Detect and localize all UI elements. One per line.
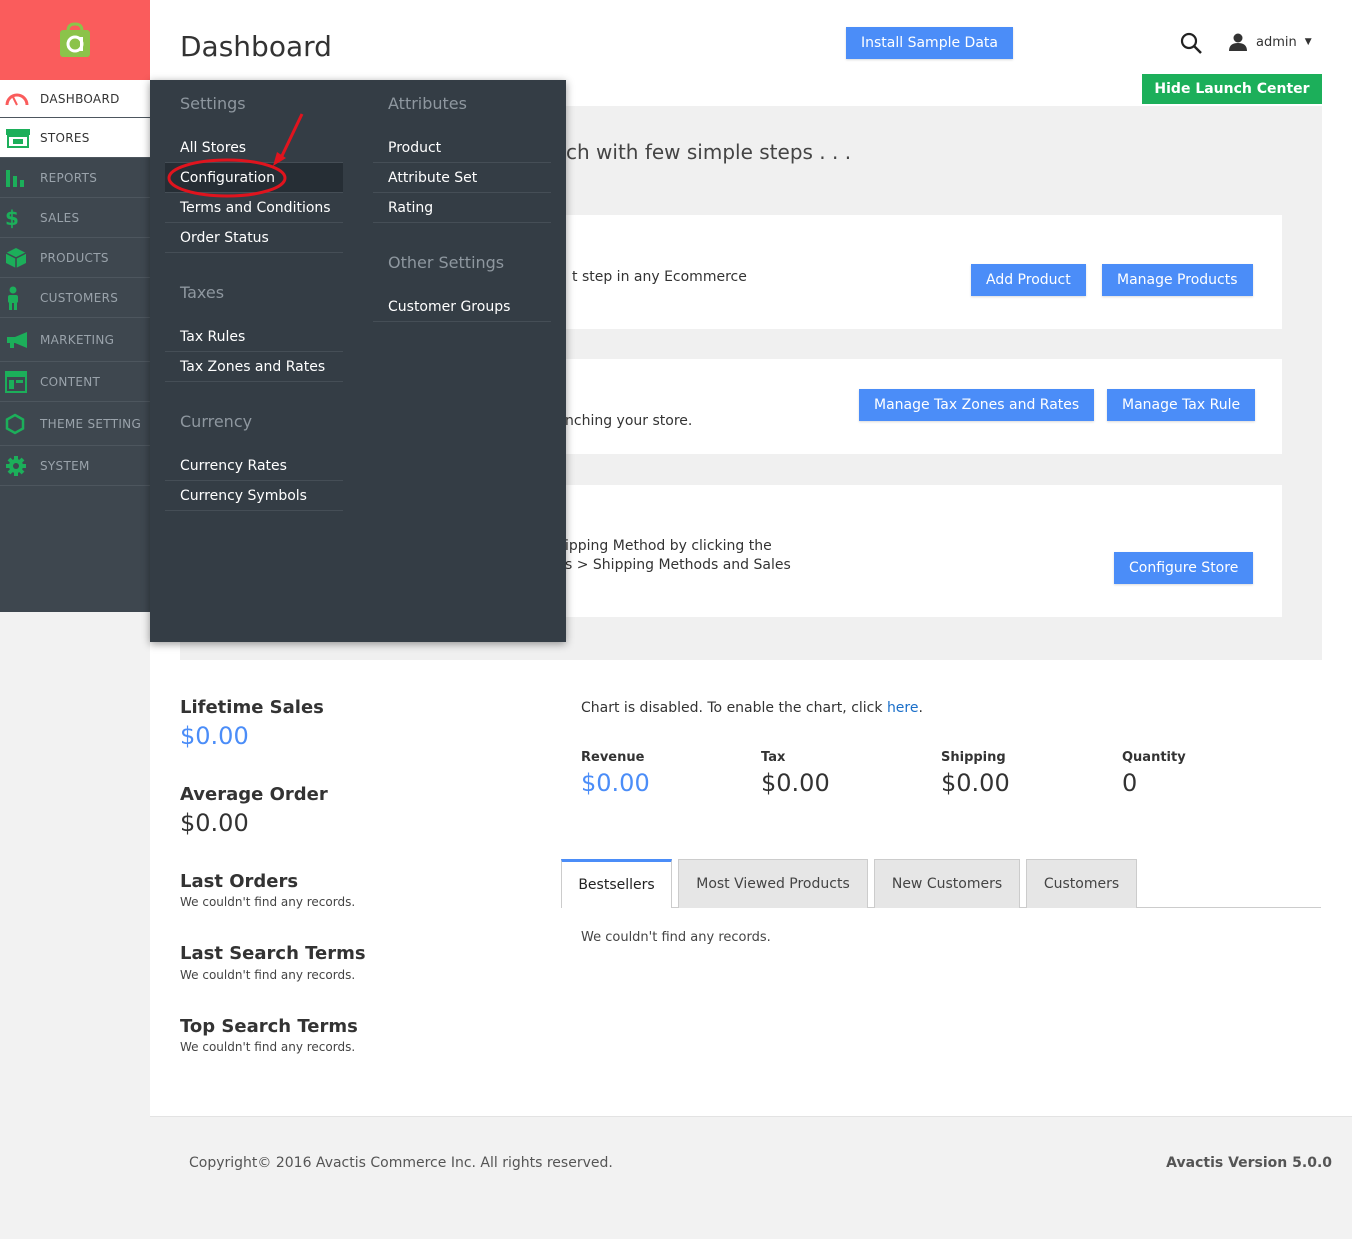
sidebar-item-content[interactable]: CONTENT [0, 362, 150, 402]
quantity-value: 0 [1122, 769, 1138, 797]
menu-item-customer-groups[interactable]: Customer Groups [373, 292, 551, 322]
person-icon [8, 286, 18, 310]
sidebar-item-label: CUSTOMERS [40, 290, 119, 305]
tab-bestsellers[interactable]: Bestsellers [561, 859, 672, 908]
sidebar-item-label: REPORTS [40, 170, 98, 185]
box-icon [5, 247, 27, 268]
speedometer-icon [5, 93, 29, 105]
sidebar-item-label: PRODUCTS [40, 250, 109, 265]
footer: Copyright© 2016 Avactis Commerce Inc. Al… [150, 1116, 1352, 1239]
user-name: admin [1256, 34, 1297, 50]
hexagon-icon [5, 413, 25, 434]
sidebar-item-sales[interactable]: $ SALES [0, 198, 150, 238]
menu-item-order-status[interactable]: Order Status [165, 223, 343, 253]
menu-item-tax-rules[interactable]: Tax Rules [165, 322, 343, 352]
caret-down-icon: ▼ [1304, 37, 1312, 47]
manage-products-button[interactable]: Manage Products [1102, 264, 1253, 296]
gear-icon [6, 455, 26, 476]
revenue-label: Revenue [581, 750, 645, 765]
menu-item-currency-rates[interactable]: Currency Rates [165, 451, 343, 481]
copyright-text: Copyright© 2016 Avactis Commerce Inc. Al… [189, 1155, 613, 1171]
other-settings-heading: Other Settings [388, 253, 505, 272]
no-records-text: We couldn't find any records. [180, 895, 356, 909]
tab-customers[interactable]: Customers [1026, 859, 1137, 908]
lifetime-sales-label: Lifetime Sales [180, 697, 324, 718]
sidebar-item-theme-setting[interactable]: THEME SETTING [0, 402, 150, 446]
last-orders-label: Last Orders [180, 871, 299, 892]
menu-item-product[interactable]: Product [373, 133, 551, 163]
search-icon[interactable] [1180, 32, 1202, 54]
menu-item-currency-symbols[interactable]: Currency Symbols [165, 481, 343, 511]
shipping-value: $0.00 [941, 769, 1010, 797]
no-records-text: We couldn't find any records. [180, 1040, 356, 1054]
sidebar-item-products[interactable]: PRODUCTS [0, 238, 150, 278]
average-order-label: Average Order [180, 784, 328, 805]
sidebar-item-reports[interactable]: REPORTS [0, 158, 150, 198]
shopping-bag-logo-icon [60, 22, 90, 57]
currency-heading: Currency [180, 412, 253, 431]
sidebar-item-label: CONTENT [40, 374, 101, 389]
user-icon [1229, 33, 1247, 51]
sidebar-item-label: MARKETING [40, 332, 115, 347]
average-order-value: $0.00 [180, 809, 249, 837]
card-text: t step in any Ecommerce [572, 269, 747, 285]
version-text: Avactis Version 5.0.0 [1166, 1155, 1332, 1171]
sidebar-item-system[interactable]: SYSTEM [0, 446, 150, 486]
sidebar-item-label: SYSTEM [40, 458, 90, 473]
bar-chart-icon [6, 169, 24, 187]
sidebar-item-label: STORES [40, 130, 90, 145]
sidebar-item-customers[interactable]: CUSTOMERS [0, 278, 150, 318]
hide-launch-center-button[interactable]: Hide Launch Center [1142, 74, 1322, 104]
launch-heading: ch with few simple steps . . . [566, 140, 852, 164]
attributes-heading: Attributes [388, 94, 467, 113]
card-text: ipping Method by clicking the [565, 538, 772, 554]
revenue-value: $0.00 [581, 769, 650, 797]
taxes-heading: Taxes [180, 283, 225, 302]
sidebar-item-marketing[interactable]: MARKETING [0, 318, 150, 362]
tax-value: $0.00 [761, 769, 830, 797]
menu-item-rating[interactable]: Rating [373, 193, 551, 223]
sidebar-item-label: THEME SETTING [40, 416, 142, 431]
quantity-label: Quantity [1122, 750, 1186, 765]
sidebar: DASHBOARD STORES REPORTS $ SALES PRODUCT… [0, 0, 150, 612]
manage-tax-zones-button[interactable]: Manage Tax Zones and Rates [859, 389, 1095, 421]
tab-content-empty: We couldn't find any records. [581, 930, 771, 945]
layout-icon [5, 370, 27, 393]
add-product-button[interactable]: Add Product [971, 264, 1086, 296]
sidebar-item-label: DASHBOARD [40, 91, 120, 106]
install-sample-data-button[interactable]: Install Sample Data [846, 27, 1013, 59]
enable-chart-link[interactable]: here [887, 700, 919, 716]
menu-item-tax-zones-and-rates[interactable]: Tax Zones and Rates [165, 352, 343, 382]
tab-new-customers[interactable]: New Customers [874, 859, 1020, 908]
chart-disabled-message: Chart is disabled. To enable the chart, … [581, 700, 923, 716]
annotation-highlight [167, 113, 304, 198]
no-records-text: We couldn't find any records. [180, 968, 356, 982]
sidebar-item-stores[interactable]: STORES [0, 118, 150, 158]
sidebar-item-dashboard[interactable]: DASHBOARD [0, 80, 150, 118]
configure-store-button[interactable]: Configure Store [1114, 552, 1254, 584]
manage-tax-rule-button[interactable]: Manage Tax Rule [1107, 389, 1256, 421]
megaphone-icon [7, 331, 27, 348]
card-text: nching your store. [565, 413, 693, 429]
top-search-terms-label: Top Search Terms [180, 1016, 358, 1037]
page-title: Dashboard [180, 30, 332, 63]
logo[interactable] [0, 0, 150, 80]
tax-label: Tax [761, 750, 786, 765]
menu-item-attribute-set[interactable]: Attribute Set [373, 163, 551, 193]
card-text: s > Shipping Methods and Sales [565, 557, 791, 573]
tab-most-viewed-products[interactable]: Most Viewed Products [678, 859, 868, 908]
sidebar-item-label: SALES [40, 210, 80, 225]
lifetime-sales-value: $0.00 [180, 722, 249, 750]
user-menu[interactable]: admin ▼ [1228, 33, 1312, 51]
shipping-label: Shipping [941, 750, 1006, 765]
dollar-icon: $ [5, 205, 20, 230]
last-search-terms-label: Last Search Terms [180, 943, 366, 964]
storefront-icon [6, 128, 30, 148]
